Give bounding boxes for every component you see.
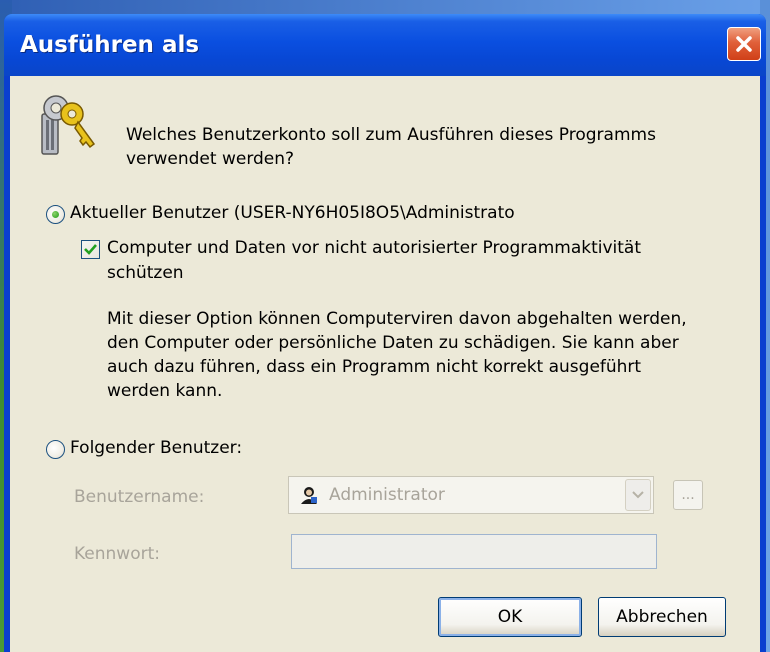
- prompt-line-1: Welches Benutzerkonto soll zum Ausführen…: [126, 125, 656, 145]
- prompt-line-2: verwendet werden?: [126, 149, 295, 169]
- username-dropdown-button[interactable]: [625, 479, 651, 511]
- description-line-3: auch dazu führen, dass ein Programm nich…: [107, 357, 642, 377]
- ok-button[interactable]: OK: [438, 597, 582, 637]
- current-user-radio[interactable]: [46, 205, 65, 224]
- description-line-2: den Computer oder persönliche Daten zu s…: [107, 333, 679, 353]
- other-user-radio[interactable]: [46, 440, 65, 459]
- protect-checkbox-line-2[interactable]: schützen: [107, 262, 184, 285]
- close-icon: [736, 36, 752, 52]
- other-user-label[interactable]: Folgender Benutzer:: [70, 437, 242, 460]
- protect-checkbox-line-1[interactable]: Computer und Daten vor nicht autorisiert…: [107, 237, 641, 260]
- browse-user-button[interactable]: ...: [673, 480, 703, 510]
- desktop-background-top: [0, 0, 770, 14]
- dialog-body: Welches Benutzerkonto soll zum Ausführen…: [10, 76, 760, 652]
- user-icon: [301, 487, 317, 504]
- chevron-down-icon: [632, 491, 644, 499]
- radio-selected-dot: [52, 211, 59, 218]
- username-label: Benutzername:: [74, 487, 205, 507]
- password-field[interactable]: [291, 534, 657, 569]
- username-value: Administrator: [329, 485, 445, 505]
- title-bar[interactable]: Ausführen als: [4, 14, 766, 76]
- current-user-label[interactable]: Aktueller Benutzer (USER-NY6H05I8O5\Admi…: [70, 202, 515, 225]
- protect-checkbox[interactable]: [81, 240, 100, 259]
- checkmark-icon: [84, 244, 97, 255]
- username-combobox[interactable]: Administrator: [288, 476, 654, 514]
- cancel-button[interactable]: Abbrechen: [598, 597, 726, 637]
- description-line-4: werden kann.: [107, 381, 223, 401]
- run-as-dialog: Ausführen als Welches Benutzerkonto soll…: [4, 14, 766, 652]
- window-title: Ausführen als: [20, 32, 200, 58]
- keys-icon: [41, 95, 96, 155]
- close-button[interactable]: [727, 27, 761, 61]
- description-line-1: Mit dieser Option können Computerviren d…: [107, 309, 687, 329]
- password-label: Kennwort:: [74, 544, 160, 564]
